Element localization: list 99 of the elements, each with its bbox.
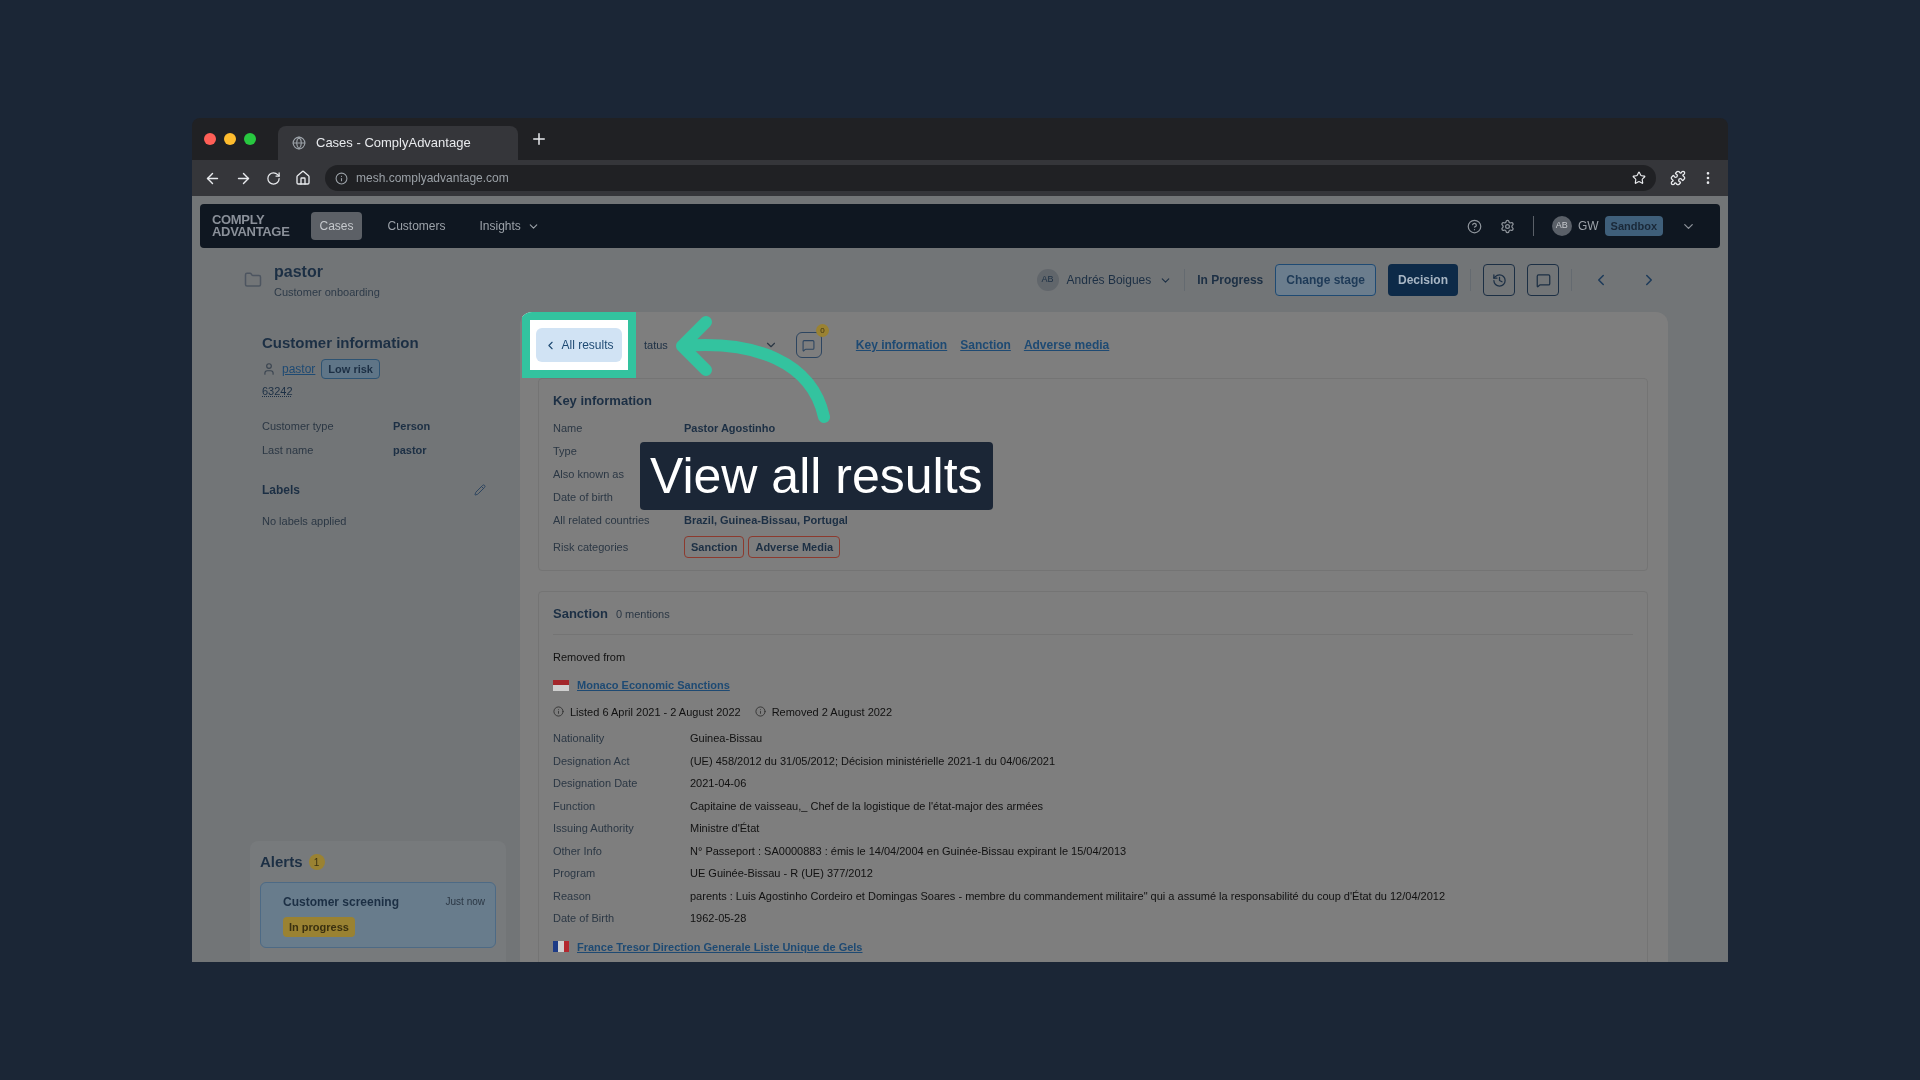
environment-badge: Sandbox [1604, 215, 1663, 237]
case-title: pastor [274, 261, 324, 282]
site-info-icon[interactable] [335, 171, 348, 185]
window-maximize-button[interactable] [244, 133, 256, 145]
stage-label: In Progress [1197, 272, 1264, 289]
flag-icon [553, 941, 569, 953]
detail-label: Issuing Authority [553, 821, 635, 836]
section-heading: Customer information [262, 333, 420, 353]
status-label: tatus [644, 337, 668, 353]
window-minimize-button[interactable] [224, 133, 236, 145]
source-link[interactable]: France Tresor Direction Generale Liste Unique de Gels [577, 938, 863, 955]
help-icon[interactable] [1466, 218, 1482, 234]
logo[interactable]: COMPLY ADVANTAGE [212, 214, 290, 238]
alert-item[interactable]: Customer screening Just now In progress [260, 881, 496, 948]
reload-button[interactable] [266, 170, 281, 186]
detail-label: Program [553, 866, 597, 881]
empty-labels-text: No labels applied [262, 513, 348, 529]
field-value: Person [393, 418, 431, 434]
source-link[interactable]: Monaco Economic Sanctions [577, 677, 730, 694]
window-close-button[interactable] [204, 133, 216, 145]
info-icon [553, 706, 564, 718]
removed-from-label: Removed from [553, 649, 627, 665]
detail-value: Capitaine de vaisseau,_ Chef de la logistique de l'état-major des armées [690, 798, 1044, 814]
detail-value: UE Guinée-Bissau - R (UE) 377/2012 [690, 866, 873, 881]
detail-label: Designation Date [553, 776, 639, 791]
extensions-icon[interactable] [1670, 170, 1686, 186]
labels-heading: Labels [262, 481, 300, 499]
detail-label: Function [553, 798, 597, 814]
risk-badge: Low risk [321, 358, 380, 379]
new-tab-button[interactable] [530, 130, 548, 148]
section-link[interactable]: Key information [855, 336, 948, 354]
info-icon [754, 706, 766, 718]
risk-tag: Adverse Media [748, 535, 841, 558]
field-value: pastor [393, 443, 427, 458]
alerts-count: 1 [308, 854, 325, 871]
detail-label: Date of Birth [553, 911, 616, 926]
info-label: Risk categories [553, 539, 630, 555]
field-label: Last name [262, 443, 315, 458]
info-label: Date of birth [553, 490, 614, 506]
person-icon [262, 361, 276, 376]
comment-button[interactable] [1527, 264, 1559, 296]
all-results-button[interactable]: All results [536, 328, 622, 362]
action-button[interactable]: Decision [1388, 264, 1458, 296]
detail-value: 2021-04-06 [690, 776, 747, 791]
nav-item[interactable]: Cases [311, 212, 362, 240]
settings-icon[interactable] [1499, 218, 1515, 234]
comment-icon [802, 338, 816, 352]
bookmark-star-icon[interactable] [1632, 171, 1646, 185]
comment-icon [1535, 272, 1551, 288]
alert-time: Just now [445, 895, 485, 909]
risk-tag: Sanction [684, 535, 745, 558]
detail-value: N° Passeport : SA0000883 : émis le 14/04/2004 en Guinée-Bissau expirant le 15/04/2013 [690, 843, 1127, 859]
home-button[interactable] [295, 170, 311, 186]
customer-name-link[interactable]: pastor [282, 359, 316, 378]
comments-count: 0 [815, 324, 829, 337]
info-value: Pastor Agostinho [684, 421, 776, 437]
card-heading: Sanction [553, 605, 608, 623]
detail-value: Ministre d'État [690, 821, 760, 836]
history-icon [1491, 272, 1507, 288]
nav-item[interactable]: Customers [379, 212, 454, 240]
alert-title: Customer screening [283, 893, 400, 911]
detail-label: Nationality [553, 731, 606, 746]
status-badge: In progress [283, 916, 355, 937]
detail-value: 1962-05-28 [690, 911, 747, 926]
user-name: GW [1577, 218, 1599, 235]
folder-icon [244, 271, 262, 289]
detail-label: Reason [553, 888, 592, 904]
customer-id: 63242 [262, 384, 293, 399]
info-label: Also known as [553, 467, 625, 483]
info-label: Name [553, 421, 584, 437]
flag-icon [553, 679, 569, 691]
assignee-avatar: AB [1036, 269, 1059, 291]
detail-value: Guinea-Bissau [690, 731, 763, 746]
field-label: Customer type [262, 418, 335, 434]
browser-tab[interactable]: Cases - ComplyAdvantage [278, 126, 518, 160]
alerts-heading: Alerts [260, 852, 303, 872]
info-label: Type [553, 444, 578, 460]
card-heading: Key information [553, 392, 653, 410]
assignee-dropdown[interactable]: AB Andrés Boigues [1036, 269, 1173, 291]
detail-label: Designation Act [553, 753, 631, 769]
action-button[interactable]: Change stage [1275, 264, 1376, 296]
listed-dates: Listed 6 April 2021 - 2 August 2022 [570, 704, 741, 720]
section-link[interactable]: Adverse media [1023, 336, 1110, 354]
detail-value: (UE) 458/2012 du 31/05/2012; Décision ministérielle 2021-1 du 04/06/2021 [690, 753, 1056, 769]
history-button[interactable] [1483, 264, 1515, 296]
mentions-count: 0 mentions [615, 607, 670, 622]
case-subtitle: Customer onboarding [274, 284, 380, 300]
user-avatar[interactable]: AB [1551, 216, 1572, 236]
info-value: Brazil, Guinea-Bissau, Portugal [684, 513, 848, 529]
nav-item[interactable]: Insights [471, 212, 548, 240]
info-label: All related countries [553, 513, 651, 529]
address-bar[interactable]: mesh.complyadvantage.com [325, 165, 1656, 191]
callout-label: View all results [640, 442, 993, 510]
globe-icon [292, 136, 306, 150]
section-link[interactable]: Sanction [960, 336, 1011, 354]
url-text: mesh.complyadvantage.com [356, 170, 509, 187]
detail-value: parents : Luis Agostinho Cordeiro et Domingas Soares - membre du commandement militaire" qui a assumé la responsabilité du coup d'État du 12/04/2012 [690, 888, 1446, 904]
detail-label: Other Info [553, 843, 603, 859]
removed-date: Removed 2 August 2022 [771, 704, 893, 720]
